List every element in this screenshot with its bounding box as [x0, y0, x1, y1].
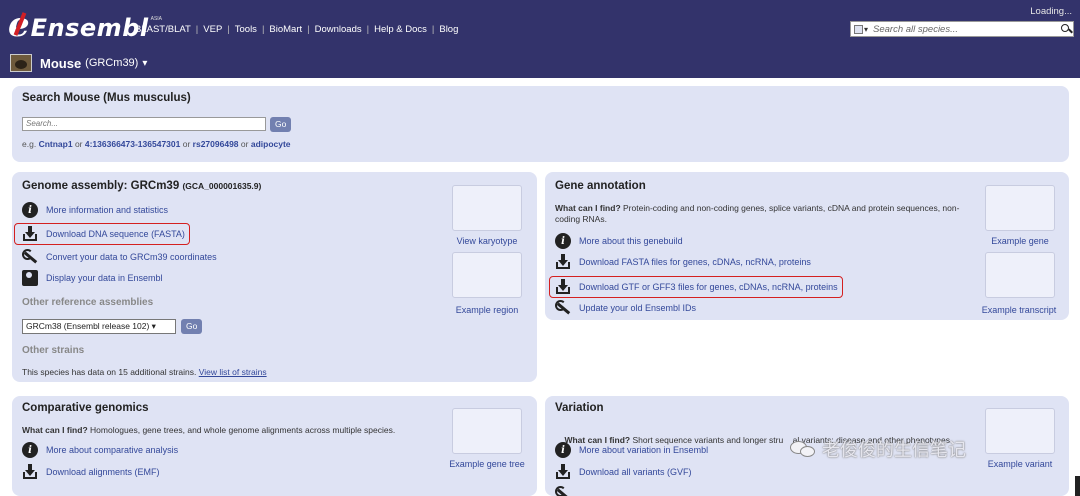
- species-assembly[interactable]: (GRCm39): [85, 57, 138, 69]
- variant-thumbnail[interactable]: [985, 408, 1055, 454]
- wechat-icon: [790, 439, 818, 459]
- user-data-icon: [22, 270, 38, 286]
- masthead: e Ensembl ASIA BLAST/BLAT| VEP| Tools| B…: [0, 0, 1080, 78]
- nav-blog[interactable]: Blog: [434, 24, 463, 35]
- wechat-watermark: 老俊俊的生信笔记: [790, 436, 966, 462]
- gene-annotation-panel: Gene annotation What can I find? Protein…: [545, 172, 1069, 320]
- top-nav: BLAST/BLAT | VEP | Tools | BioMart | Downloa…: [130, 24, 463, 35]
- info-icon: i: [22, 202, 38, 218]
- search-icon[interactable]: [1059, 22, 1073, 36]
- gene-what-can-i-find: What can I find? Protein-coding and non-…: [555, 203, 960, 224]
- species-selector-icon[interactable]: ▾: [851, 22, 871, 36]
- comparative-panel-title: Comparative genomics: [22, 402, 149, 414]
- example-location[interactable]: 4:136366473-136547301: [85, 139, 180, 149]
- loading-indicator: Loading...: [1030, 6, 1072, 17]
- species-search-input[interactable]: Search all species...: [871, 24, 1059, 35]
- example-adipocyte[interactable]: adipocyte: [251, 139, 291, 149]
- strains-row: This species has data on 15 additional s…: [22, 367, 267, 377]
- gene-link-download-gtf[interactable]: Download GTF or GFF3 files for genes, cD…: [555, 279, 838, 295]
- info-icon: i: [22, 442, 38, 458]
- wrench-icon: [22, 249, 38, 265]
- genome-link-more-info[interactable]: i More information and statistics: [22, 202, 168, 218]
- genome-link-download-dna[interactable]: Download DNA sequence (FASTA): [22, 226, 185, 242]
- search-go-button[interactable]: Go: [270, 117, 292, 132]
- gene-link-download-fasta[interactable]: Download FASTA files for genes, cDNAs, n…: [555, 254, 811, 270]
- example-cntnap1[interactable]: Cntnap1: [39, 139, 73, 149]
- view-strains-link[interactable]: View list of strains: [199, 367, 267, 377]
- nav-downloads[interactable]: Downloads: [310, 24, 367, 35]
- gene-tree-thumbnail[interactable]: [452, 408, 522, 454]
- logo-e-icon: e: [8, 8, 30, 42]
- example-gene-link[interactable]: Example gene: [975, 236, 1065, 246]
- species-bar: Mouse (GRCm39) ▾: [0, 48, 1080, 78]
- download-icon: [22, 464, 38, 480]
- nav-vep[interactable]: VEP: [198, 24, 227, 35]
- download-icon: [555, 279, 571, 295]
- genome-link-convert[interactable]: Convert your data to GRCm39 coordinates: [22, 249, 217, 265]
- download-icon: [555, 254, 571, 270]
- example-region-link[interactable]: Example region: [442, 305, 532, 315]
- example-transcript-link[interactable]: Example transcript: [969, 305, 1069, 315]
- genome-assembly-panel: Genome assembly: GRCm39 (GCA_000001635.9…: [12, 172, 537, 382]
- nav-help-docs[interactable]: Help & Docs: [369, 24, 432, 35]
- view-karyotype-link[interactable]: View karyotype: [442, 236, 532, 246]
- other-assemblies-heading: Other reference assemblies: [22, 297, 154, 308]
- comparative-link-download-emf[interactable]: Download alignments (EMF): [22, 464, 160, 480]
- species-name[interactable]: Mouse: [40, 56, 81, 71]
- species-search-box[interactable]: ▾ Search all species...: [850, 21, 1074, 37]
- search-examples: e.g. Cntnap1 or 4:136366473-136547301 or…: [22, 139, 291, 149]
- download-icon: [555, 464, 571, 480]
- download-icon: [22, 226, 38, 242]
- gene-link-genebuild[interactable]: i More about this genebuild: [555, 233, 683, 249]
- edge-sliver: [1075, 476, 1080, 496]
- nav-biomart[interactable]: BioMart: [264, 24, 307, 35]
- genome-link-display-data[interactable]: Display your data in Ensembl: [22, 270, 163, 286]
- search-panel-title: Search Mouse (Mus musculus): [22, 92, 191, 104]
- region-thumbnail[interactable]: [452, 252, 522, 298]
- nav-blast[interactable]: BLAST/BLAT: [130, 24, 196, 35]
- comparative-what-can-i-find: What can I find? Homologues, gene trees,…: [22, 425, 396, 435]
- species-search-field[interactable]: Search...: [22, 117, 266, 131]
- transcript-thumbnail[interactable]: [985, 252, 1055, 298]
- nav-tools[interactable]: Tools: [230, 24, 262, 35]
- comparative-link-more[interactable]: i More about comparative analysis: [22, 442, 178, 458]
- genome-panel-title: Genome assembly: GRCm39 (GCA_000001635.9…: [22, 180, 262, 192]
- gene-thumbnail[interactable]: [985, 185, 1055, 231]
- gene-panel-title: Gene annotation: [555, 180, 646, 192]
- karyotype-thumbnail[interactable]: [452, 185, 522, 231]
- assembly-go-button[interactable]: Go: [181, 319, 203, 334]
- info-icon: i: [555, 442, 571, 458]
- assembly-select[interactable]: GRCm38 (Ensembl release 102) ▾: [22, 319, 176, 334]
- example-variant-link[interactable]: Example variant: [975, 459, 1065, 469]
- variation-link-download-gvf[interactable]: Download all variants (GVF): [555, 464, 692, 480]
- search-panel: Search Mouse (Mus musculus) Search... Go…: [12, 86, 1069, 162]
- comparative-genomics-panel: Comparative genomics What can I find? Ho…: [12, 396, 537, 496]
- chevron-down-icon[interactable]: ▾: [142, 58, 147, 69]
- variation-link-more[interactable]: i More about variation in Ensembl: [555, 442, 708, 458]
- wrench-icon: [555, 300, 571, 316]
- mouse-species-icon: [10, 54, 32, 72]
- variation-panel-title: Variation: [555, 402, 604, 414]
- info-icon: i: [555, 233, 571, 249]
- wrench-icon: [555, 486, 571, 496]
- logo-tag: ASIA: [150, 16, 163, 22]
- gene-link-update-ids[interactable]: Update your old Ensembl IDs: [555, 300, 696, 316]
- example-rs[interactable]: rs27096498: [193, 139, 239, 149]
- example-gene-tree-link[interactable]: Example gene tree: [437, 459, 537, 469]
- variation-link-partial[interactable]: [555, 486, 579, 496]
- other-strains-heading: Other strains: [22, 345, 85, 356]
